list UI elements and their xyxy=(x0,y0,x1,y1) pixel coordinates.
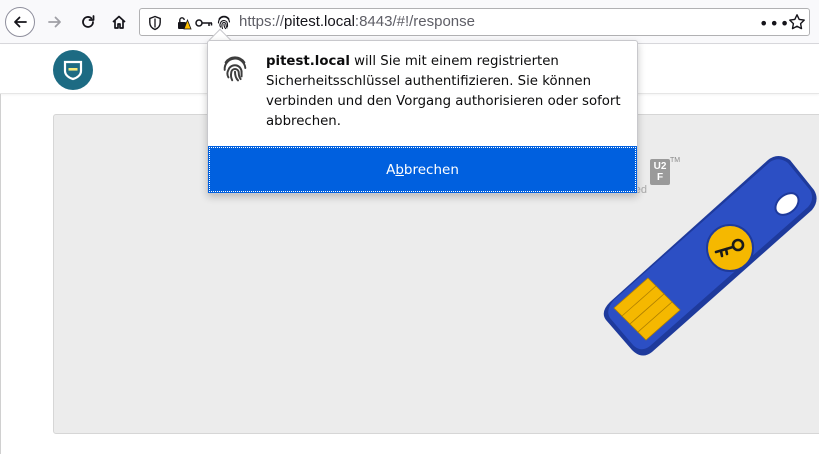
cancel-label-start: A xyxy=(386,161,396,178)
lock-warning-icon[interactable] xyxy=(176,15,192,31)
fingerprint-icon[interactable] xyxy=(216,14,232,30)
home-button[interactable] xyxy=(104,7,134,37)
reload-button[interactable] xyxy=(73,7,103,37)
forward-button[interactable] xyxy=(40,7,70,37)
arrow-right-icon xyxy=(48,16,61,28)
reload-icon xyxy=(82,15,95,28)
address-bar[interactable]: https://pitest.local:8443/#!/response ••… xyxy=(139,8,810,36)
webauthn-prompt: pitest.local will Sie mit einem registri… xyxy=(207,40,638,194)
shield-icon[interactable] xyxy=(148,15,162,31)
home-icon xyxy=(112,15,126,29)
popup-message: pitest.local will Sie mit einem registri… xyxy=(266,52,626,132)
star-icon[interactable] xyxy=(788,13,806,31)
arrow-left-icon xyxy=(14,16,27,28)
page-actions-button[interactable]: ••• xyxy=(759,14,790,33)
cancel-label-accesskey: b xyxy=(395,161,404,178)
shield-logo-icon xyxy=(63,60,83,81)
popup-site: pitest.local xyxy=(266,54,350,69)
url-host: pitest.local xyxy=(284,13,355,30)
page-rule xyxy=(0,94,1,454)
url-scheme: https:// xyxy=(239,13,285,30)
cancel-label-end: brechen xyxy=(403,161,459,178)
cancel-button[interactable]: Ab brechen xyxy=(208,146,637,193)
browser-toolbar: https://pitest.local:8443/#!/response ••… xyxy=(0,0,819,44)
url-text: https://pitest.local:8443/#!/response xyxy=(239,13,475,30)
fingerprint-icon xyxy=(223,56,247,82)
url-path: :8443/#!/response xyxy=(354,13,475,30)
site-logo[interactable] xyxy=(53,50,93,90)
back-button[interactable] xyxy=(5,7,35,37)
key-icon[interactable] xyxy=(195,17,213,29)
